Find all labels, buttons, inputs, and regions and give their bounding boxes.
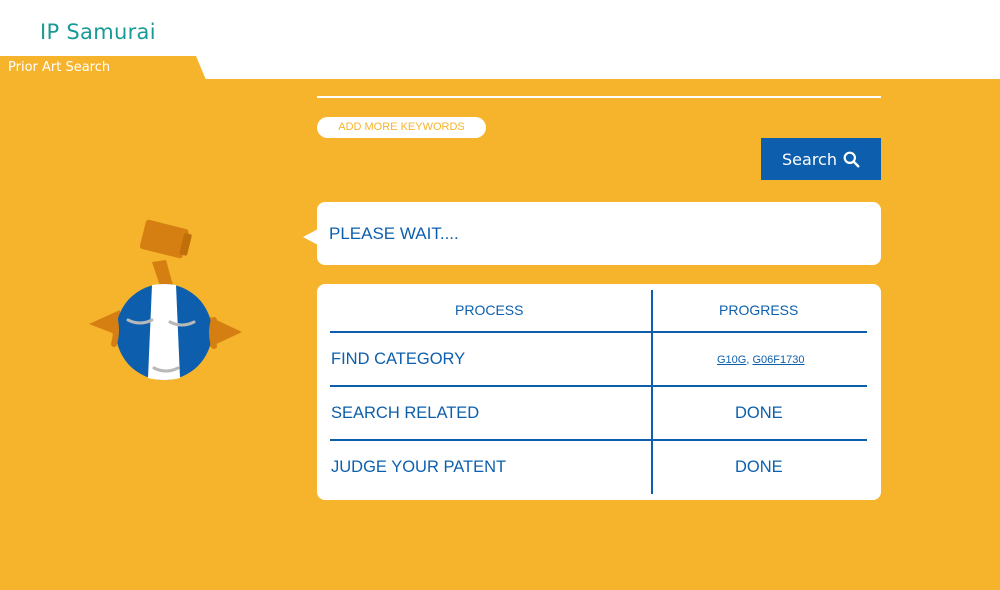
row-divider <box>330 439 867 441</box>
column-header-process: PROCESS <box>455 302 524 318</box>
samurai-mascot-icon <box>89 219 242 380</box>
search-button-label: Search <box>782 149 837 169</box>
row-divider <box>330 385 867 387</box>
process-find-category: FIND CATEGORY <box>331 350 466 368</box>
category-link-g06f1730[interactable]: G06F1730 <box>752 354 804 366</box>
search-button[interactable]: Search <box>761 138 881 180</box>
category-links: G10G, G06F1730 <box>717 354 804 366</box>
tab-prior-art-search[interactable]: Prior Art Search <box>0 56 206 80</box>
add-more-keywords-button[interactable]: ADD MORE KEYWORDS <box>317 117 486 138</box>
tab-label: Prior Art Search <box>8 60 111 75</box>
search-icon <box>843 151 860 167</box>
status-message: PLEASE WAIT.... <box>329 224 459 243</box>
category-link-g10g[interactable]: G10G <box>717 354 746 366</box>
progress-table: PROCESS PROGRESS FIND CATEGORY G10G, G06… <box>317 284 881 500</box>
brand-logo[interactable]: IP Samurai <box>40 20 156 44</box>
keyword-input-underline[interactable] <box>317 96 881 98</box>
process-judge-your-patent: JUDGE YOUR PATENT <box>331 458 507 476</box>
column-header-progress: PROGRESS <box>719 302 799 318</box>
progress-status: DONE <box>735 458 783 476</box>
header-divider <box>330 331 867 333</box>
speech-bubble-tail <box>303 229 318 245</box>
status-speech-bubble: PLEASE WAIT.... <box>317 202 881 265</box>
progress-status: DONE <box>735 404 783 422</box>
column-divider <box>651 290 653 494</box>
process-search-related: SEARCH RELATED <box>331 404 480 422</box>
